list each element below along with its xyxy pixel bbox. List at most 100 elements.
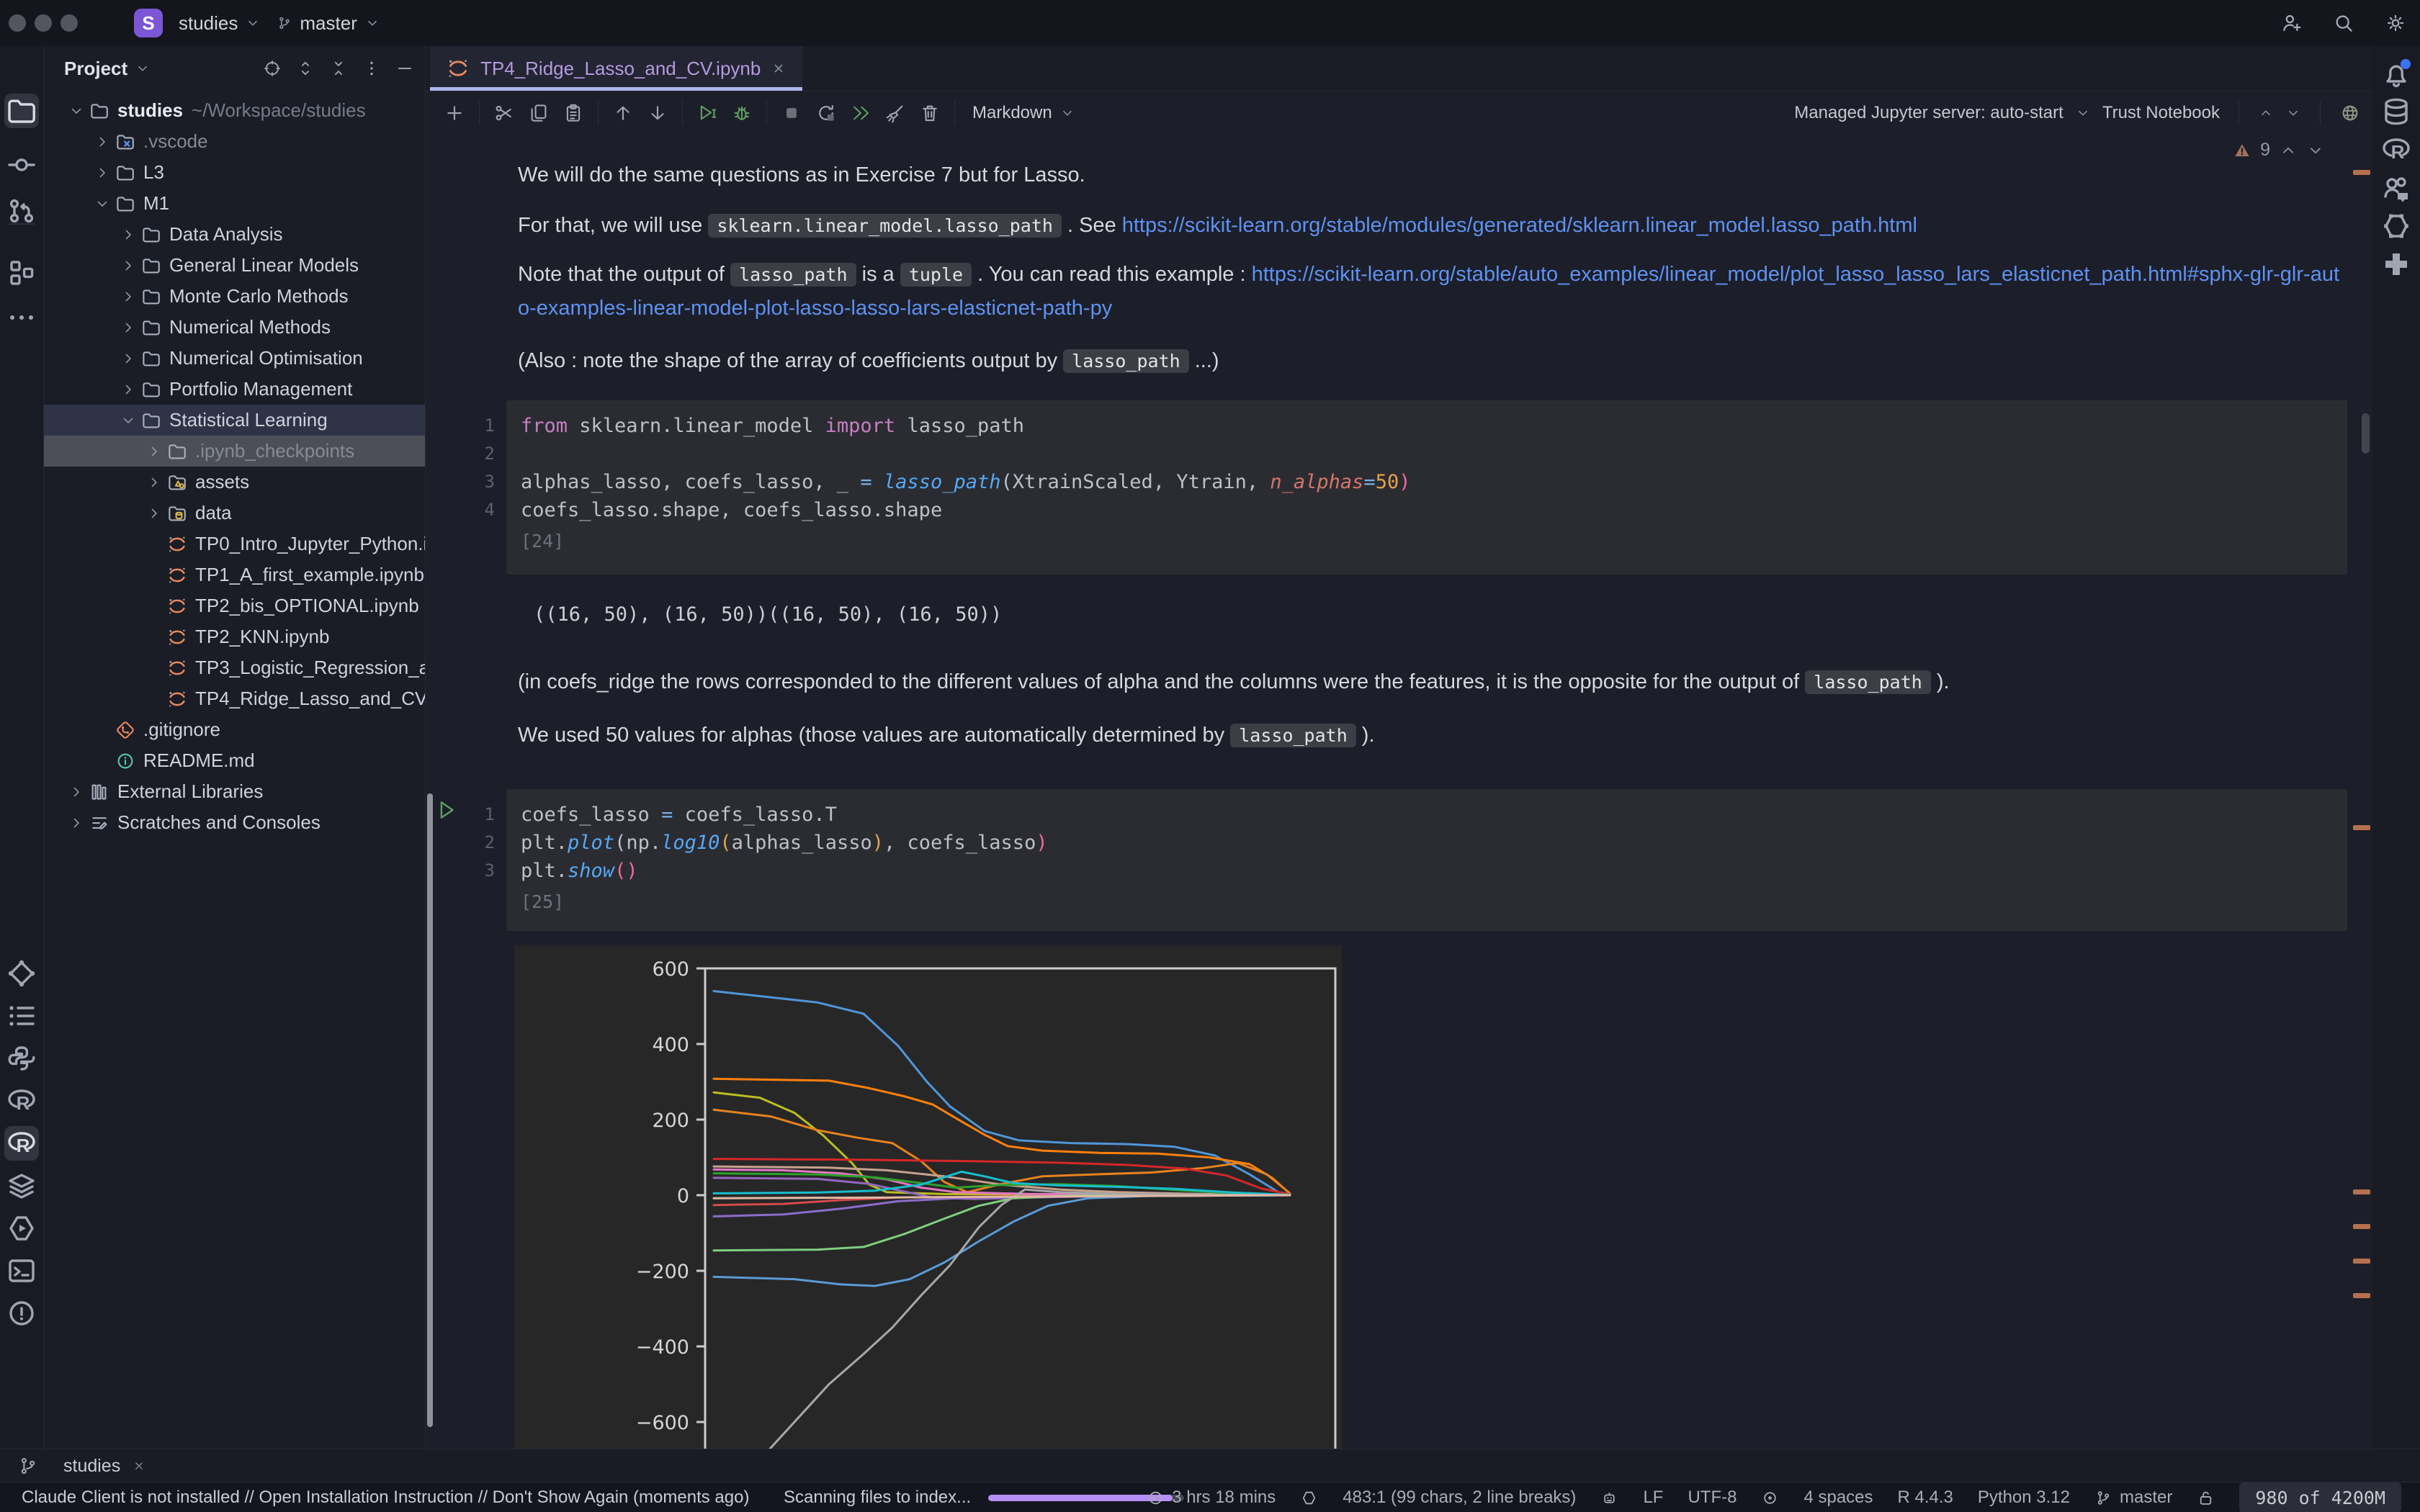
status-r-version[interactable]: R 4.4.3 [1898,1488,1953,1508]
chevron-right-icon[interactable] [90,164,115,181]
cut-cell-button[interactable] [487,96,521,130]
project-tool-icon[interactable] [4,94,39,128]
chevron-right-icon[interactable] [64,814,89,832]
tree-item-ipynb-checkpoints[interactable]: .ipynb_checkpoints [44,436,425,467]
services-tool-icon[interactable] [4,1211,39,1246]
tree-item-numerical-optimisation[interactable]: Numerical Optimisation [44,343,425,374]
graph-tool-icon[interactable] [4,956,39,991]
tree-item-portfolio-management[interactable]: Portfolio Management [44,374,425,405]
status-ai-assistant[interactable] [1600,1489,1618,1507]
tree-item-statistical-learning[interactable]: Statistical Learning [44,405,425,436]
warning-stripe-mark[interactable] [2353,170,2370,175]
status-python-interpreter[interactable]: Python 3.12 [1978,1488,2070,1508]
tree-item-tp0-intro-jupyter-python-ipy[interactable]: TP0_Intro_Jupyter_Python.ipy [44,528,425,559]
move-cell-down-button[interactable] [640,96,675,130]
next-cell-icon[interactable] [2285,105,2301,121]
editor-scrollbar-thumb[interactable] [2362,413,2370,454]
python-console-tool-icon[interactable] [4,1041,39,1076]
terminal-tool-icon[interactable] [4,1254,39,1288]
problems-tool-icon[interactable] [4,1296,39,1331]
node-tool-tool-icon[interactable] [2379,209,2414,243]
jupyter-server-label[interactable]: Managed Jupyter server: auto-start [1794,103,2063,123]
chevron-down-icon[interactable] [116,412,140,429]
run-cell-button[interactable] [690,96,725,130]
prev-cell-icon[interactable] [2258,105,2274,121]
chevron-right-icon[interactable] [142,505,166,522]
chevron-down-icon[interactable] [90,195,115,212]
doc-link[interactable]: https://scikit-learn.org/stable/modules/… [1122,214,1917,237]
layers-tool-icon[interactable] [4,1169,39,1203]
structure-tool-icon[interactable] [4,256,39,290]
chevron-down-icon[interactable] [2075,105,2091,121]
chevron-right-icon[interactable] [116,381,140,398]
tree-item-general-linear-models[interactable]: General Linear Models [44,250,425,281]
debug-cell-button[interactable] [725,96,759,130]
tree-item-readme-md[interactable]: README.md [44,745,425,776]
chevron-right-icon[interactable] [116,257,140,274]
tree-item-tp3-logistic-regression-an[interactable]: TP3_Logistic_Regression_an [44,652,425,683]
chevron-down-icon[interactable] [64,102,89,120]
r-tools-tool-icon[interactable]: R [4,1126,39,1161]
warning-stripe-mark[interactable] [2353,825,2370,830]
chevron-right-icon[interactable] [142,443,166,460]
r-console-tool-icon[interactable]: R [4,1084,39,1118]
git-tool-window-tab[interactable]: studies [63,1456,146,1477]
warning-stripe-mark[interactable] [2353,1189,2370,1194]
code-cell-2[interactable]: 1coefs_lasso = coefs_lasso.T2plt.plot(np… [444,789,2347,931]
notifications-tool-icon[interactable] [2379,56,2414,91]
status-highlighting-level[interactable] [1761,1489,1779,1507]
trust-notebook-button[interactable]: Trust Notebook [2102,103,2220,123]
zoom-window-button[interactable] [60,14,78,32]
code-cell-1[interactable]: 1from sklearn.linear_model import lasso_… [444,400,2347,575]
options-kebab-icon[interactable] [362,58,382,78]
close-tab-icon[interactable] [771,60,786,76]
code-line[interactable]: 2 [444,440,2347,468]
locate-file-icon[interactable] [262,58,282,78]
chevron-right-icon[interactable] [116,288,140,305]
chevron-right-icon[interactable] [116,319,140,336]
tree-item-data[interactable]: data [44,498,425,528]
minimize-window-button[interactable] [35,14,52,32]
indexing-status[interactable]: Scanning files to index... [784,1482,1184,1512]
code-line[interactable]: 3plt.show() [444,857,2347,885]
tree-item-monte-carlo-methods[interactable]: Monte Carlo Methods [44,281,425,312]
clear-outputs-button[interactable] [878,96,913,130]
tree-item-data-analysis[interactable]: Data Analysis [44,219,425,250]
todo-tool-icon[interactable] [4,999,39,1033]
tree-item-l3[interactable]: L3 [44,157,425,188]
code-line[interactable]: 3alphas_lasso, coefs_lasso, _ = lasso_pa… [444,468,2347,496]
status-indent[interactable]: 4 spaces [1803,1488,1873,1508]
tree-item-external-libraries[interactable]: External Libraries [44,776,425,807]
collapse-all-icon[interactable] [328,58,349,78]
status-session-time[interactable]: 3 hrs 18 mins [1147,1488,1276,1508]
chevron-right-icon[interactable] [90,133,115,150]
tree-item-m1[interactable]: M1 [44,188,425,219]
status-line-separator[interactable]: LF [1643,1488,1663,1508]
branch-selector[interactable]: master [277,12,380,35]
more-tool-windows-tool-icon[interactable] [4,300,39,335]
settings-gear-icon[interactable] [2384,12,2407,35]
paste-cell-button[interactable] [556,96,591,130]
chevron-down-icon[interactable] [135,60,151,76]
move-cell-up-button[interactable] [606,96,640,130]
warning-stripe-mark[interactable] [2353,1293,2370,1298]
close-window-button[interactable] [9,14,26,32]
chevron-right-icon[interactable] [116,226,140,243]
status-encoding[interactable]: UTF-8 [1688,1488,1736,1508]
hide-panel-icon[interactable] [395,58,415,78]
tree-item-numerical-methods[interactable]: Numerical Methods [44,312,425,343]
code-line[interactable]: 4coefs_lasso.shape, coefs_lasso.shape [444,496,2347,524]
tree-item-assets[interactable]: assets [44,467,425,498]
cell-type-dropdown[interactable]: Markdown [972,103,1075,123]
tree-item-vscode[interactable]: .vscode [44,126,425,157]
inspections-widget[interactable]: 9 [2233,140,2325,161]
database-tool-icon[interactable] [2379,94,2414,129]
chevron-right-icon[interactable] [116,350,140,367]
tree-item-gitignore[interactable]: .gitignore [44,714,425,745]
stop-kernel-button[interactable] [774,96,809,130]
run-all-button[interactable] [843,96,878,130]
tree-item-tp2-knn-ipynb[interactable]: TP2_KNN.ipynb [44,621,425,652]
restart-kernel-button[interactable] [809,96,843,130]
next-warning-icon[interactable] [2306,141,2325,160]
chevron-right-icon[interactable] [64,783,89,801]
